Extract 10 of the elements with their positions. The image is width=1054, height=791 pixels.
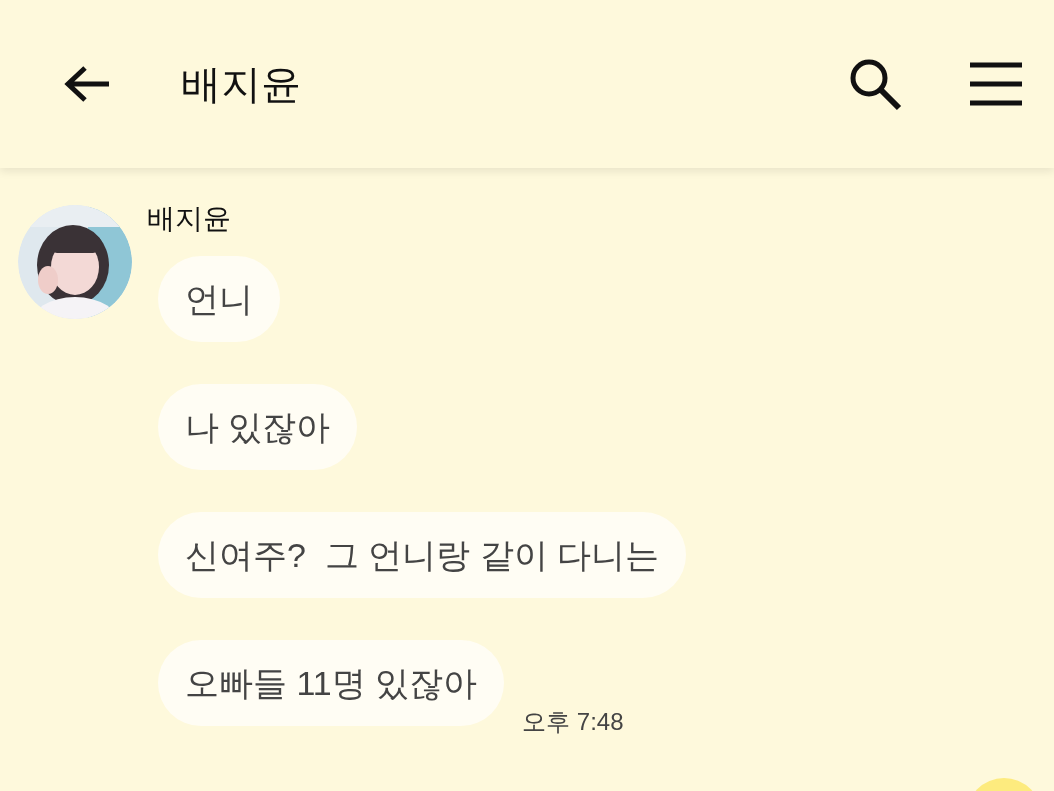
sender-name: 배지윤 <box>147 202 231 236</box>
message-bubble: 오빠들 11명 있잖아 <box>158 640 505 726</box>
back-icon[interactable] <box>63 64 111 104</box>
message-bubble: 나 있잖아 <box>158 384 358 470</box>
message-bubble: 신여주? 그 언니랑 같이 다니는 <box>158 512 687 598</box>
message-time: 오후 7:48 <box>522 707 624 737</box>
search-icon[interactable] <box>848 57 902 111</box>
message-bubble: 언니 <box>158 256 280 342</box>
menu-icon[interactable] <box>970 62 1022 106</box>
chat-title: 배지윤 <box>181 61 301 108</box>
